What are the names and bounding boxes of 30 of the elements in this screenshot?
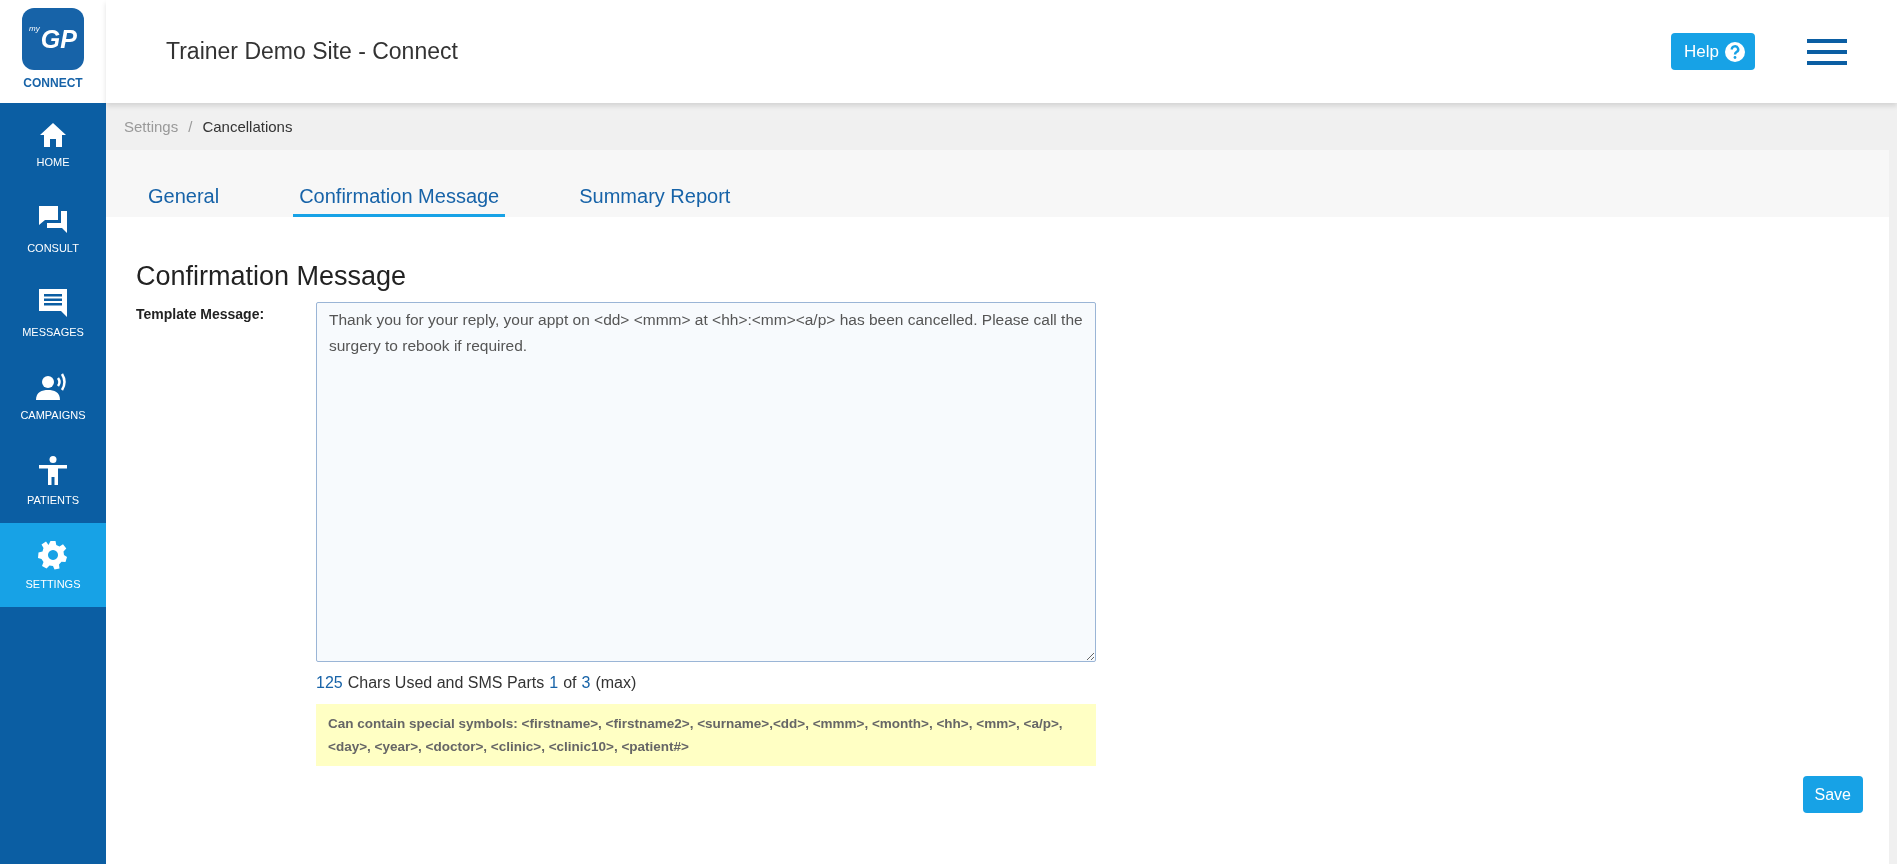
tab[interactable]: General	[142, 185, 226, 217]
breadcrumb-separator: /	[188, 118, 193, 135]
person-icon	[39, 456, 67, 486]
settings-icon	[38, 540, 68, 570]
tab[interactable]: Summary Report	[573, 185, 737, 217]
template-message-field[interactable]: Thank you for your reply, your appt on <dd> <mmm> at <hh>:<mm><a/p> has been cancelled. Please call the surgery to rebook if required.	[316, 302, 1096, 662]
tab[interactable]: Confirmation Message	[293, 185, 506, 217]
counter-label: Chars Used and SMS Parts	[347, 674, 545, 692]
message-icon	[38, 288, 68, 318]
counter-label: of	[563, 674, 577, 692]
nav-item[interactable]: CAMPAIGNS	[0, 355, 106, 439]
field-label: Template Message:	[136, 305, 266, 324]
nav-item[interactable]: MESSAGES	[0, 271, 106, 355]
sms-part-total: 3	[581, 674, 591, 692]
menu-icon[interactable]	[1807, 38, 1847, 65]
site-title: Trainer Demo Site - Connect	[166, 38, 459, 65]
nav-item[interactable]: PATIENTS	[0, 439, 106, 523]
logo-caption: CONNECT	[23, 76, 83, 90]
nav-item[interactable]: HOME	[0, 103, 106, 187]
logo: $^{my}$ GP	[22, 8, 84, 70]
chat-icon	[38, 204, 68, 234]
chars-count: 125	[316, 674, 343, 692]
nav-item[interactable]: CONSULT	[0, 187, 106, 271]
counter-label: (max)	[595, 674, 637, 692]
sms-part-count: 1	[549, 674, 559, 692]
breadcrumb-item: Cancellations	[202, 118, 293, 135]
question-icon	[1725, 41, 1745, 62]
home-icon	[39, 122, 67, 148]
hint-box: Can contain special symbols: <firstname>, <firstname2>, <surname>,<dd>, <mmm>, <month>, <hh>, <mm>, <a/p>, <day>, <year>, <doctor>, <clinic>, <clinic10>, <patient#>	[316, 704, 1096, 766]
section-heading: Confirmation Message	[136, 261, 408, 292]
